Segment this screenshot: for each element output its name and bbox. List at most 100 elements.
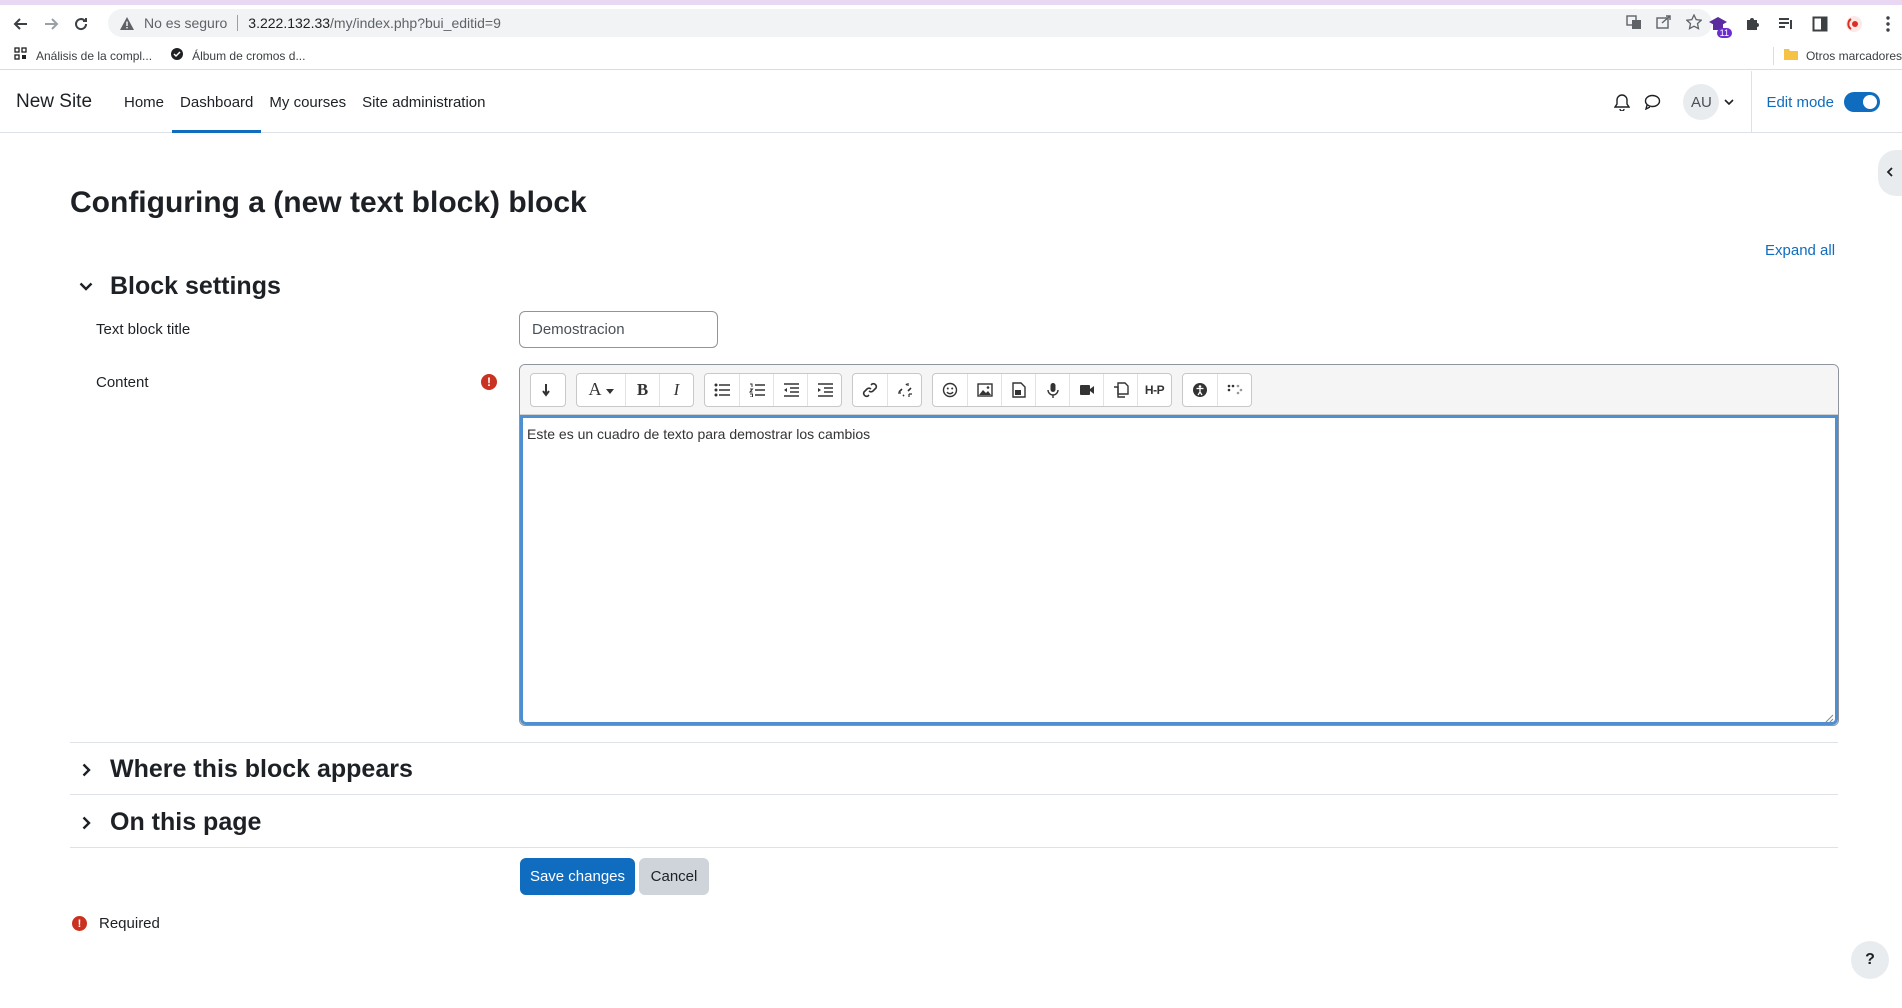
edit-mode-label: Edit mode — [1766, 93, 1834, 111]
toolbar-group — [704, 372, 842, 407]
bookmarks-bar: Análisis de la compl... Álbum de cromos … — [0, 42, 1902, 70]
collapse-toolbar-icon[interactable] — [531, 374, 565, 406]
bookmark-label: Álbum de cromos d... — [192, 48, 306, 63]
toolbar-group: A B I — [576, 372, 694, 407]
user-avatar[interactable]: AU — [1683, 84, 1720, 120]
notifications-bell-icon[interactable] — [1607, 87, 1637, 117]
cancel-button[interactable]: Cancel — [639, 858, 709, 895]
edit-mode-control: Edit mode — [1751, 71, 1902, 133]
extension-badge: 11 — [1716, 27, 1732, 38]
required-label: Required — [99, 915, 160, 932]
bookmark-label: Análisis de la compl... — [36, 48, 153, 63]
nav-my-courses[interactable]: My courses — [261, 71, 354, 133]
reading-list-icon[interactable] — [1776, 14, 1796, 34]
ordered-list-icon[interactable] — [739, 373, 773, 406]
nav-home[interactable]: Home — [116, 71, 172, 133]
site-brand[interactable]: New Site — [16, 91, 92, 113]
required-icon: ! — [481, 374, 497, 390]
address-bar-row: No es seguro 3.222.132.33/my/index.php?b… — [0, 5, 1902, 42]
text-block-title-input[interactable]: Demostracion — [519, 311, 718, 348]
content-editable-area[interactable]: Este es un cuadro de texto para demostra… — [520, 415, 1838, 725]
url-host: 3.222.132.33 — [248, 15, 331, 31]
outdent-icon[interactable] — [773, 373, 807, 406]
italic-button[interactable]: I — [659, 373, 693, 406]
menu-kebab-icon[interactable] — [1878, 14, 1898, 34]
toolbar-group — [852, 372, 922, 407]
forward-icon[interactable] — [36, 9, 66, 39]
video-camera-icon[interactable] — [1069, 373, 1103, 406]
reload-icon[interactable] — [66, 9, 96, 39]
text-block-title-label: Text block title — [96, 321, 191, 338]
editor-toolbar: A B I H-P — [520, 365, 1838, 415]
section-divider — [70, 847, 1838, 848]
required-icon: ! — [72, 916, 87, 931]
section-divider — [70, 742, 1838, 743]
content-label: Content — [96, 374, 149, 391]
paragraph-style-label: A — [588, 379, 602, 399]
omnibox-divider — [237, 15, 239, 31]
bookmark-star-icon[interactable] — [1685, 12, 1703, 33]
expand-all-link[interactable]: Expand all — [1765, 242, 1835, 259]
help-button[interactable]: ? — [1851, 941, 1889, 979]
profile-icon[interactable] — [1844, 14, 1864, 34]
unlink-icon[interactable] — [887, 373, 921, 406]
emoji-icon[interactable] — [933, 374, 967, 406]
messages-chat-icon[interactable] — [1637, 87, 1667, 117]
other-bookmarks-label: Otros marcadores — [1805, 48, 1902, 63]
primary-navigation: Home Dashboard My courses Site administr… — [116, 71, 494, 133]
section-on-this-page[interactable]: On this page — [78, 808, 261, 837]
site-navbar: New Site Home Dashboard My courses Site … — [0, 71, 1902, 133]
share-icon[interactable] — [1656, 14, 1672, 33]
user-navigation: AU Edit mode — [1607, 71, 1902, 133]
security-label: No es seguro — [144, 15, 228, 31]
screen-reader-helper-icon[interactable] — [1217, 373, 1251, 406]
required-legend: ! Required — [72, 915, 160, 932]
save-changes-button[interactable]: Save changes — [520, 858, 635, 895]
toolbar-group — [1182, 372, 1252, 407]
microphone-icon[interactable] — [1035, 373, 1069, 406]
paragraph-style-button[interactable]: A — [577, 374, 625, 406]
puzzle-icon[interactable] — [1742, 14, 1762, 34]
toolbar-group: H-P — [932, 372, 1172, 407]
resize-grip-icon[interactable] — [1824, 711, 1834, 724]
link-icon[interactable] — [853, 374, 887, 406]
media-file-icon[interactable] — [1001, 373, 1035, 406]
image-icon[interactable] — [967, 373, 1001, 406]
manage-files-icon[interactable] — [1103, 373, 1137, 406]
user-menu-chevron-down-icon[interactable] — [1719, 99, 1739, 105]
toolbar-group — [530, 372, 566, 407]
warning-icon — [120, 16, 134, 30]
section-label: Where this block appears — [110, 755, 413, 783]
chevron-right-icon — [78, 762, 94, 778]
unordered-list-icon[interactable] — [705, 374, 739, 406]
accessibility-checker-icon[interactable] — [1183, 374, 1217, 406]
bookmark-item[interactable]: Análisis de la compl... — [14, 47, 152, 64]
nav-site-administration[interactable]: Site administration — [354, 71, 493, 133]
back-icon[interactable] — [6, 9, 36, 39]
indent-icon[interactable] — [807, 373, 841, 406]
bookmark-item[interactable]: Álbum de cromos d... — [170, 47, 305, 64]
bookmark-favicon-icon — [170, 47, 184, 64]
side-panel-icon[interactable] — [1810, 14, 1830, 34]
edit-mode-toggle[interactable] — [1844, 92, 1880, 112]
folder-icon — [1783, 48, 1798, 63]
h5p-icon[interactable]: H-P — [1137, 373, 1171, 406]
omnibox[interactable]: No es seguro 3.222.132.33/my/index.php?b… — [108, 9, 1712, 37]
nav-dashboard[interactable]: Dashboard — [172, 71, 262, 133]
translate-icon[interactable] — [1626, 14, 1642, 33]
section-divider — [70, 794, 1838, 795]
caret-down-icon — [605, 381, 614, 399]
bold-button[interactable]: B — [625, 373, 659, 406]
section-label: On this page — [110, 808, 262, 836]
page-title: Configuring a (new text block) block — [70, 186, 587, 219]
atto-editor: A B I H-P Este es un cuadro de texto par… — [519, 364, 1839, 726]
bookmark-favicon-icon — [14, 47, 28, 64]
chevron-left-icon — [1886, 164, 1894, 182]
section-label: Block settings — [110, 272, 281, 300]
other-bookmarks[interactable]: Otros marcadores — [1772, 46, 1902, 65]
block-drawer-toggle[interactable] — [1878, 150, 1902, 196]
section-where-block-appears[interactable]: Where this block appears — [78, 755, 413, 784]
extension-graduation-icon[interactable]: 11 — [1708, 14, 1732, 38]
section-block-settings[interactable]: Block settings — [78, 272, 281, 301]
chevron-down-icon — [78, 279, 94, 295]
